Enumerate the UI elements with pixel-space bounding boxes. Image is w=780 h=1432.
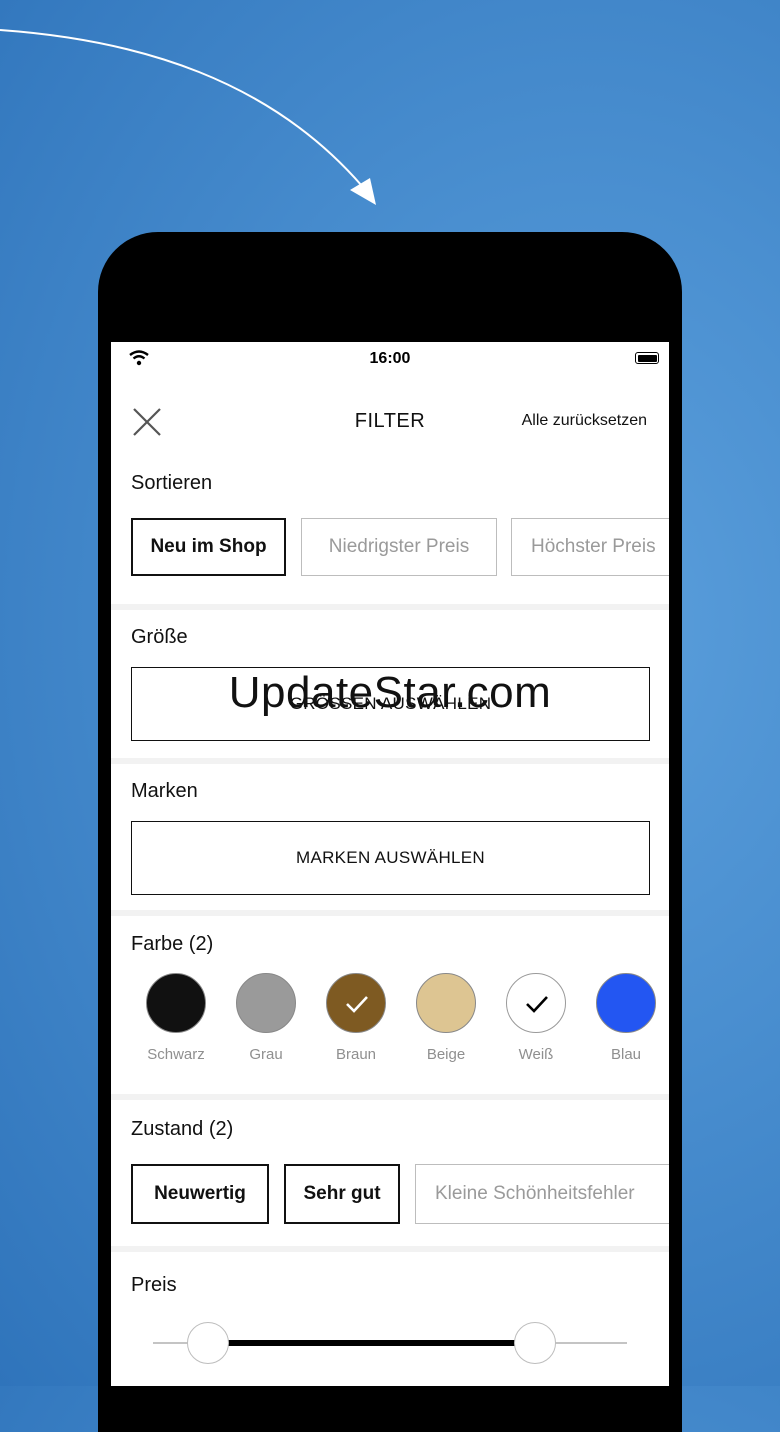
price-section: Preis	[111, 1252, 669, 1386]
condition-label: Zustand (2)	[131, 1118, 234, 1140]
price-label: Preis	[131, 1274, 177, 1296]
color-label-white: Weiß	[518, 1046, 554, 1063]
condition-section: Zustand (2) Neuwertig Sehr gut Kleine Sc…	[111, 1100, 669, 1246]
color-swatch-beige[interactable]	[416, 973, 476, 1033]
sort-option-highest-price[interactable]: Höchster Preis	[511, 518, 669, 576]
sort-section: FILTER Alle zurücksetzen Sortieren Neu i…	[111, 378, 669, 604]
sort-option-new[interactable]: Neu im Shop	[131, 518, 286, 576]
checkmark-icon	[346, 996, 368, 1013]
condition-option-like-new[interactable]: Neuwertig	[131, 1164, 269, 1224]
color-swatch-white[interactable]	[506, 973, 566, 1033]
price-slider-max-handle[interactable]	[514, 1322, 556, 1364]
color-label-black: Schwarz	[147, 1046, 205, 1063]
checkmark-icon	[526, 996, 548, 1013]
brands-label: Marken	[131, 780, 198, 802]
size-section: Größe GRÖSSEN AUSWÄHLEN	[111, 610, 669, 758]
color-label-grey: Grau	[249, 1046, 283, 1063]
color-label: Farbe (2)	[131, 933, 214, 955]
color-label-beige: Beige	[426, 1046, 466, 1063]
status-bar: 16:00	[111, 342, 669, 378]
color-swatch-grey[interactable]	[236, 973, 296, 1033]
sort-option-lowest-price[interactable]: Niedrigster Preis	[301, 518, 497, 576]
condition-option-minor-flaws[interactable]: Kleine Schönheitsfehler	[415, 1164, 669, 1224]
color-swatch-black[interactable]	[146, 973, 206, 1033]
color-label-blue: Blau	[610, 1046, 642, 1063]
battery-icon	[635, 352, 659, 364]
color-label-brown: Braun	[335, 1046, 377, 1063]
filter-screen: 16:00 FILTER Alle zurücksetzen Sortieren…	[111, 342, 669, 1386]
price-slider-min-handle[interactable]	[187, 1322, 229, 1364]
decorative-arrow	[0, 29, 376, 205]
price-slider-range	[209, 1340, 535, 1346]
size-label: Größe	[131, 626, 188, 648]
select-brands-button[interactable]: MARKEN AUSWÄHLEN	[131, 821, 650, 895]
brands-section: Marken MARKEN AUSWÄHLEN	[111, 764, 669, 910]
color-section: Farbe (2) Schwarz Grau Braun Beige Weiß …	[111, 916, 669, 1094]
reset-all-button[interactable]: Alle zurücksetzen	[522, 412, 647, 430]
color-swatch-brown[interactable]	[326, 973, 386, 1033]
status-time: 16:00	[369, 350, 411, 367]
condition-option-very-good[interactable]: Sehr gut	[284, 1164, 400, 1224]
select-sizes-button[interactable]: GRÖSSEN AUSWÄHLEN	[131, 667, 650, 741]
sort-label: Sortieren	[131, 472, 213, 494]
color-swatch-blue[interactable]	[596, 973, 656, 1033]
